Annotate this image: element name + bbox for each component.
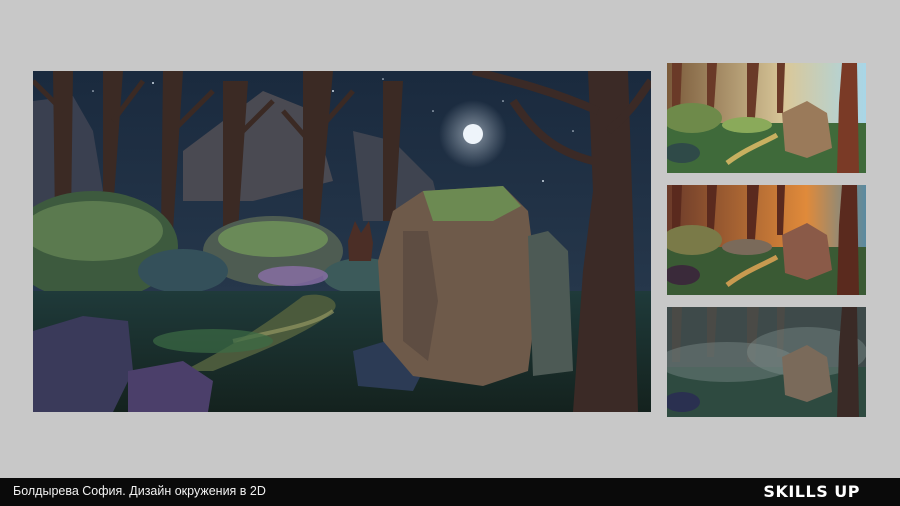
main-artwork-night-forest [33, 71, 651, 412]
thumbnail-sunset-variant [667, 185, 866, 295]
footer-bar: Болдырева София. Дизайн окружения в 2D S… [0, 478, 900, 506]
brand-logo: SKILLS UP [763, 482, 860, 501]
day-forest-illustration [667, 63, 866, 173]
thumbnail-fog-variant [667, 307, 866, 417]
thumbnail-day-variant [667, 63, 866, 173]
footer-caption: Болдырева София. Дизайн окружения в 2D [13, 484, 266, 498]
sunset-forest-illustration [667, 185, 866, 295]
foggy-forest-illustration [667, 307, 866, 417]
moon [463, 124, 483, 144]
night-forest-illustration [33, 71, 651, 412]
